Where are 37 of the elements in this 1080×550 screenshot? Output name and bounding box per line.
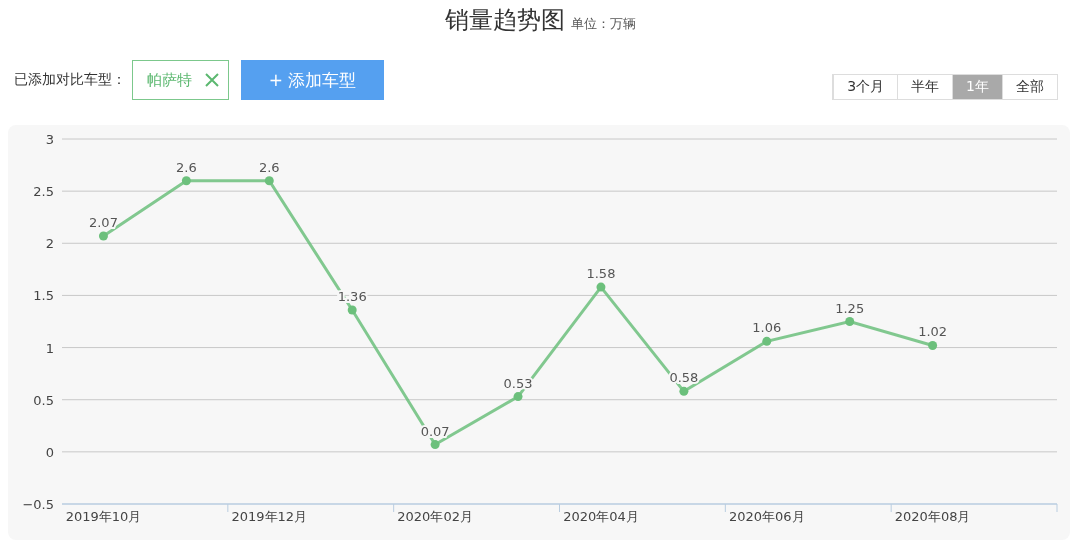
data-point bbox=[928, 341, 938, 350]
y-axis-label: 0.5 bbox=[33, 392, 54, 408]
y-axis-label: −0.5 bbox=[22, 497, 54, 512]
x-axis-label: 2020年02月 bbox=[397, 509, 473, 524]
data-point bbox=[181, 176, 191, 186]
data-point bbox=[264, 176, 274, 186]
x-axis-label: 2020年08月 bbox=[894, 509, 971, 524]
y-axis-label: 1.5 bbox=[33, 288, 54, 304]
y-axis-label: 1 bbox=[45, 340, 54, 356]
data-point bbox=[98, 231, 108, 241]
x-axis-label: 2020年06月 bbox=[728, 509, 805, 524]
data-point bbox=[347, 305, 357, 315]
data-point bbox=[679, 386, 689, 396]
data-point bbox=[513, 392, 523, 402]
data-label: 1.58 bbox=[586, 266, 616, 282]
compare-label: 已添加对比车型： bbox=[14, 71, 126, 89]
y-axis-label: 2 bbox=[45, 236, 54, 252]
y-axis-label: 2.5 bbox=[33, 184, 54, 200]
data-label: 1.06 bbox=[752, 320, 782, 336]
model-name: 帕萨特 bbox=[147, 70, 192, 90]
data-label: 2.6 bbox=[258, 159, 280, 175]
data-point bbox=[762, 336, 772, 346]
data-point bbox=[430, 440, 440, 450]
data-label: 2.6 bbox=[176, 159, 197, 175]
data-point bbox=[596, 282, 606, 292]
chart-title: 销量趋势图 bbox=[444, 5, 565, 36]
y-axis-label: 3 bbox=[45, 132, 54, 147]
data-label: 1.25 bbox=[835, 300, 865, 316]
x-axis-label: 2019年10月 bbox=[65, 509, 142, 524]
unit-label: 单位：万辆 bbox=[570, 15, 636, 33]
data-label: 1.02 bbox=[918, 324, 948, 340]
x-axis-label: 2020年04月 bbox=[563, 509, 639, 524]
y-axis-label: 0 bbox=[45, 444, 54, 460]
data-label: 2.07 bbox=[89, 215, 118, 230]
x-axis-label: 2019年12月 bbox=[231, 509, 308, 524]
close-icon[interactable] bbox=[204, 72, 220, 88]
data-point bbox=[845, 317, 855, 326]
